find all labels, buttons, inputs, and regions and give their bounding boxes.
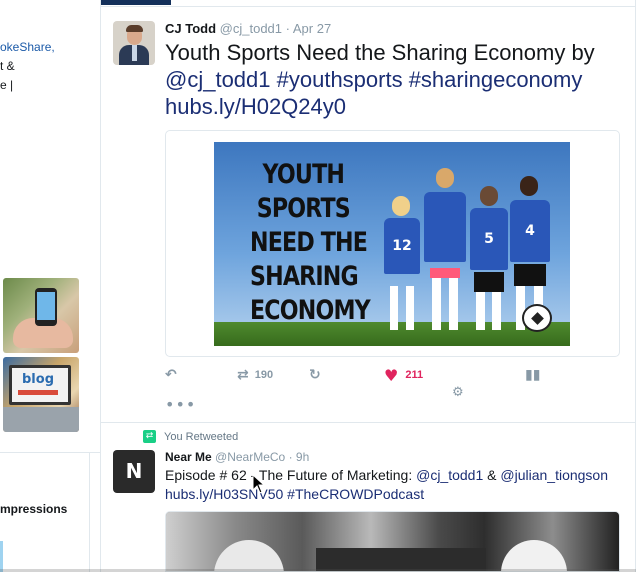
player-shorts (514, 264, 546, 286)
blog-bar-graphic (18, 390, 58, 395)
reply-icon: ↶ (165, 367, 177, 383)
tweet-text-line-1: Youth Sports Need the Sharing Economy by (165, 40, 595, 65)
like-count: 211 (405, 369, 424, 381)
photo-headline-line: NEED THE (250, 227, 368, 258)
author-name[interactable]: Near Me (165, 450, 212, 464)
reply-button[interactable]: ↶ (165, 363, 177, 387)
media-thumbnail-blog[interactable]: blog (3, 357, 79, 432)
retweet-count: 190 (254, 369, 274, 381)
tweet-actions: ↶ ⇄ 190 ↻ ♥ 211 ▮▮ (165, 363, 625, 387)
soccer-ball (522, 304, 552, 332)
player-head (392, 196, 410, 216)
tweet[interactable]: CJ Todd @cj_todd1 · Apr 27 Youth Sports … (101, 7, 636, 422)
author-handle[interactable]: @NearMeCo (215, 450, 285, 464)
mouse-cursor-icon (252, 474, 266, 494)
left-sidebar: okeShare, t & e | blog mpressions (0, 0, 101, 572)
player-leg (390, 286, 398, 330)
tweet-header: CJ Todd @cj_todd1 · Apr 27 (165, 21, 331, 36)
retweet-button[interactable]: ⇄ 190 (237, 363, 273, 387)
heart-icon: ♥ (384, 365, 399, 385)
timeline: CJ Todd @cj_todd1 · Apr 27 Youth Sports … (101, 0, 636, 572)
tweet-header: Near Me @NearMeCo · 9h (165, 450, 309, 464)
impressions-label: mpressions (0, 502, 68, 516)
active-tab-indicator (101, 0, 171, 5)
player-figure: 5 (468, 186, 510, 336)
separator-dot: · (288, 450, 293, 464)
impressions-bar (0, 541, 3, 572)
keyboard-graphic (3, 407, 79, 432)
tweet-text-line-2[interactable]: @cj_todd1 #youthsports #sharingeconomy (165, 66, 625, 93)
player-head (480, 186, 498, 206)
photo-headline-line: SHARING (250, 261, 359, 292)
player-head (436, 168, 454, 188)
player-jersey: 5 (470, 208, 508, 270)
retweet-context-label: You Retweeted (164, 430, 239, 443)
tweet-text-line-1: Episode # 62 - The Future of Marketing: … (165, 466, 627, 485)
laptop-screen-graphic: blog (9, 365, 71, 405)
profile-bio: okeShare, t & e | (0, 38, 101, 95)
retweet-context: ⇄ You Retweeted (143, 430, 238, 443)
player-shorts (474, 272, 504, 292)
tweet-date[interactable]: Apr 27 (293, 21, 331, 36)
author-name[interactable]: CJ Todd (165, 21, 216, 36)
player-leg (406, 286, 414, 330)
tweet-time[interactable]: 9h (296, 450, 309, 464)
photo-headline-line: YOUTH (262, 159, 345, 190)
twitter-page: okeShare, t & e | blog mpressions CJ Tod… (0, 0, 636, 572)
photo-headline: YOUTH SPORTS NEED THE SHARING ECONOMY (250, 158, 371, 328)
blog-graphic-text: blog (22, 372, 54, 387)
tweet-photo[interactable]: YOUTH SPORTS NEED THE SHARING ECONOMY 12 (214, 142, 570, 346)
photo-headline-line: SPORTS (256, 193, 351, 224)
bio-line-2: t & (0, 59, 15, 73)
hubspot-icon[interactable]: ⚙ (452, 385, 464, 400)
player-leg (492, 292, 501, 330)
player-jersey: 12 (384, 218, 420, 274)
bio-line-3: e | (0, 78, 14, 92)
analytics-button[interactable]: ▮▮ (525, 363, 540, 387)
more-options-button[interactable]: ••• (165, 395, 196, 414)
avatar[interactable] (113, 21, 155, 65)
photo-headline-line: ECONOMY (250, 295, 371, 326)
phone-graphic (35, 288, 57, 326)
player-leg (449, 278, 458, 330)
player-leg (432, 278, 441, 330)
player-shorts (430, 268, 460, 278)
tweet-text-prefix: Episode # 62 - The Future of Marketing: (165, 467, 417, 483)
gif-button[interactable]: ↻ (309, 363, 321, 387)
gif-icon: ↻ (309, 367, 321, 383)
player-figure (422, 168, 468, 336)
avatar-hair-graphic (126, 25, 143, 32)
player-figure: 12 (382, 196, 422, 336)
bio-line-1[interactable]: okeShare, (0, 38, 101, 57)
media-thumbnail-phone[interactable] (3, 278, 79, 353)
mention-link[interactable]: @cj_todd1 (416, 467, 483, 483)
like-button[interactable]: ♥ 211 (384, 363, 423, 387)
tweet-text: Youth Sports Need the Sharing Economy by… (165, 39, 625, 120)
retweet-icon: ⇄ (237, 367, 249, 383)
tweet-image-card[interactable]: YOUTH SPORTS NEED THE SHARING ECONOMY 12 (165, 130, 620, 357)
avatar-tie-graphic (132, 45, 137, 61)
tweet-link[interactable]: hubs.ly/H02Q24y0 (165, 93, 625, 120)
author-handle[interactable]: @cj_todd1 (220, 21, 282, 36)
tweet-text: Episode # 62 - The Future of Marketing: … (165, 466, 627, 504)
retweet-badge-icon: ⇄ (143, 430, 156, 443)
tweet-text-connector: & (483, 467, 501, 483)
player-leg (476, 292, 485, 330)
analytics-icon: ▮▮ (525, 367, 541, 383)
separator-dot: · (285, 21, 290, 36)
tweet-image-card[interactable] (165, 511, 620, 572)
tweet-text-line-2[interactable]: hubs.ly/H03SNV50 #TheCROWDPodcast (165, 485, 627, 504)
tweet-divider (101, 422, 636, 423)
player-jersey: 4 (510, 200, 550, 262)
mention-link[interactable]: @julian_tiongson (500, 467, 608, 483)
player-head (520, 176, 538, 196)
player-jersey (424, 192, 466, 262)
avatar[interactable]: N (113, 450, 155, 493)
